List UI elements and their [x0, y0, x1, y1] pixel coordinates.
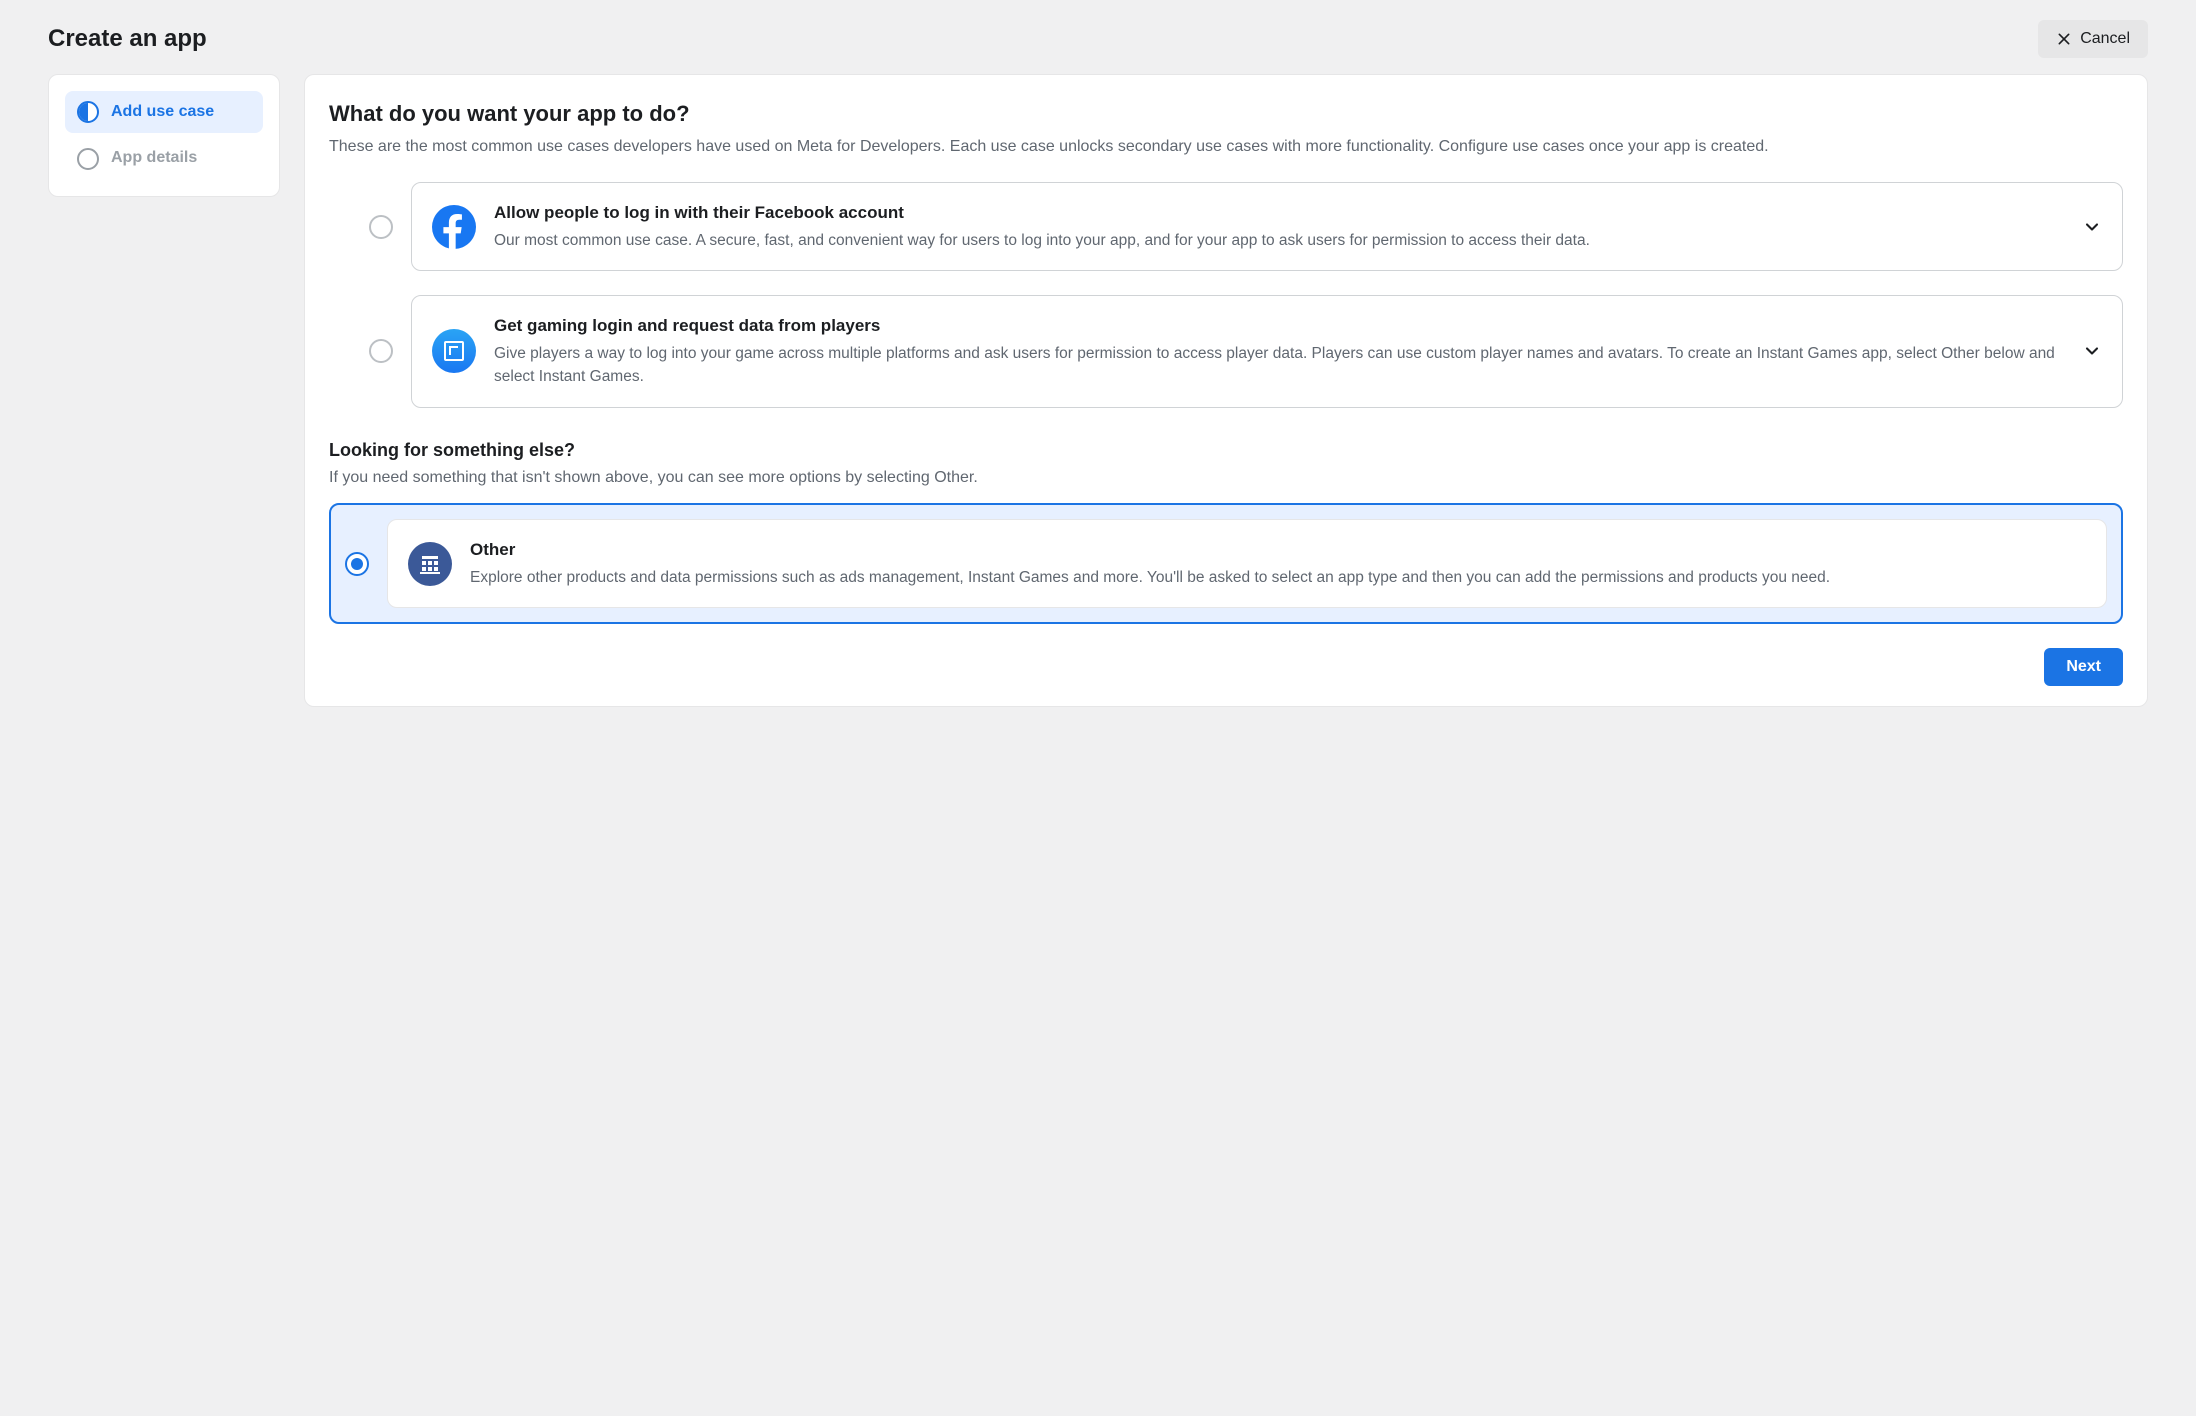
- usecase-option-gaming[interactable]: Get gaming login and request data from p…: [369, 295, 2123, 407]
- usecase-description: These are the most common use cases deve…: [329, 136, 2123, 158]
- sidebar-step-add-use-case[interactable]: Add use case: [65, 91, 263, 133]
- facebook-icon: [432, 205, 476, 249]
- main-panel: What do you want your app to do? These a…: [304, 74, 2148, 707]
- usecase-option-other[interactable]: Other Explore other products and data pe…: [329, 503, 2123, 624]
- gaming-icon: [432, 329, 476, 373]
- something-else-heading: Looking for something else?: [329, 438, 2123, 463]
- cancel-button-label: Cancel: [2080, 30, 2130, 48]
- page-title: Create an app: [48, 22, 207, 56]
- sidebar-step-label: Add use case: [111, 101, 214, 123]
- sidebar-step-app-details[interactable]: App details: [65, 137, 263, 179]
- option-title: Get gaming login and request data from p…: [494, 314, 2064, 338]
- radio-selected[interactable]: [345, 552, 369, 576]
- cancel-button[interactable]: Cancel: [2038, 20, 2148, 58]
- building-icon: [408, 542, 452, 586]
- sidebar-step-label: App details: [111, 147, 197, 169]
- close-icon: [2056, 31, 2072, 47]
- usecase-option-fb-login[interactable]: Allow people to log in with their Facebo…: [369, 182, 2123, 271]
- chevron-down-icon[interactable]: [2082, 217, 2102, 237]
- next-button[interactable]: Next: [2044, 648, 2123, 686]
- usecase-heading: What do you want your app to do?: [329, 99, 2123, 130]
- wizard-sidebar: Add use case App details: [48, 74, 280, 197]
- radio-unselected[interactable]: [369, 215, 393, 239]
- option-title: Other: [470, 538, 2086, 562]
- option-title: Allow people to log in with their Facebo…: [494, 201, 2064, 225]
- chevron-down-icon[interactable]: [2082, 341, 2102, 361]
- option-desc: Give players a way to log into your game…: [494, 342, 2064, 389]
- something-else-description: If you need something that isn't shown a…: [329, 467, 2123, 489]
- radio-unselected[interactable]: [369, 339, 393, 363]
- empty-circle-icon: [77, 148, 99, 170]
- option-desc: Our most common use case. A secure, fast…: [494, 229, 2064, 252]
- half-circle-icon: [77, 101, 99, 123]
- option-desc: Explore other products and data permissi…: [470, 566, 2086, 589]
